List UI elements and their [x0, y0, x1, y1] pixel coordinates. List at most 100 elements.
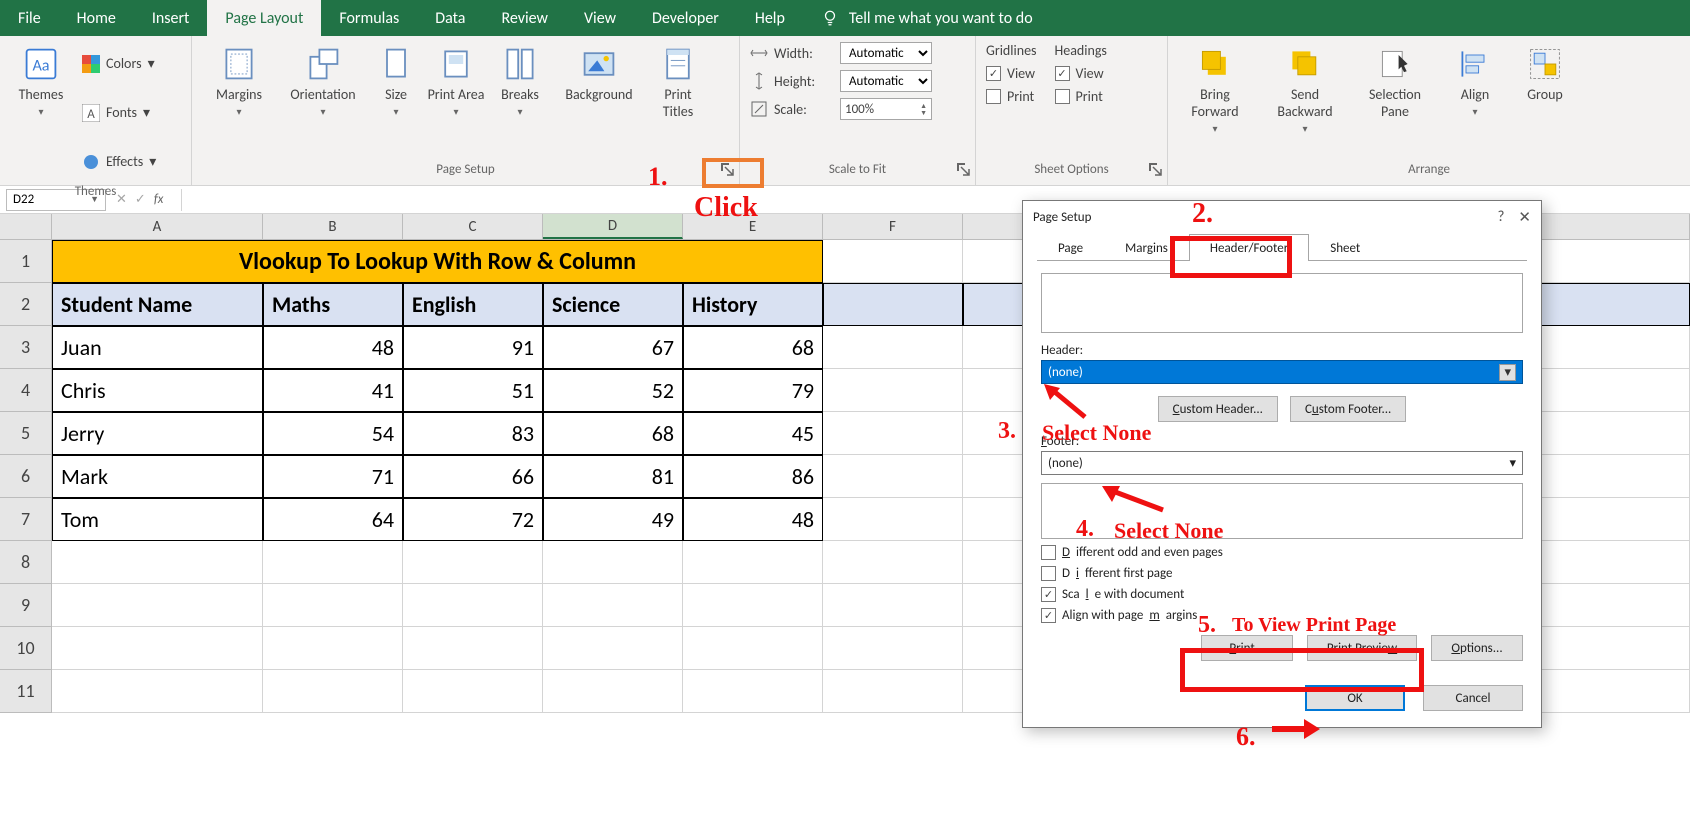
empty-cell[interactable]: [263, 627, 403, 670]
sheet-options-dialog-launcher[interactable]: [1147, 161, 1163, 177]
print-titles-button[interactable]: Print Titles: [648, 42, 708, 120]
tab-sheet[interactable]: Sheet: [1309, 234, 1381, 261]
send-backward-button[interactable]: Send Backward▾: [1268, 42, 1342, 135]
data-cell[interactable]: 51: [403, 369, 543, 412]
header-cell[interactable]: Maths: [263, 283, 403, 326]
menu-home[interactable]: Home: [59, 0, 134, 36]
data-cell[interactable]: Mark: [52, 455, 263, 498]
align-margins-checkbox[interactable]: ✓Align with page margins: [1041, 608, 1523, 623]
scale-spinner[interactable]: 100%▲▼: [840, 98, 932, 120]
empty-cell[interactable]: [543, 584, 683, 627]
breaks-button[interactable]: Breaks▾: [490, 42, 550, 118]
row-header[interactable]: 2: [0, 283, 52, 326]
selection-pane-button[interactable]: Selection Pane: [1358, 42, 1432, 120]
data-cell[interactable]: 67: [543, 326, 683, 369]
data-cell[interactable]: 66: [403, 455, 543, 498]
menu-formulas[interactable]: Formulas: [321, 0, 417, 36]
menu-insert[interactable]: Insert: [134, 0, 208, 36]
data-cell[interactable]: 71: [263, 455, 403, 498]
diff-first-page-checkbox[interactable]: Different first page: [1041, 566, 1523, 581]
themes-button[interactable]: Aa Themes ▾: [10, 42, 72, 118]
title-cell[interactable]: Vlookup To Lookup With Row & Column: [52, 240, 823, 283]
row-header[interactable]: 11: [0, 670, 52, 713]
empty-cell[interactable]: [683, 670, 823, 713]
gridlines-view-checkbox[interactable]: ✓View: [986, 65, 1037, 82]
fonts-button[interactable]: AFonts ▾: [82, 91, 156, 134]
row-header[interactable]: 10: [0, 627, 52, 670]
tab-header-footer[interactable]: Header/Footer: [1189, 234, 1309, 261]
row-header[interactable]: 9: [0, 584, 52, 627]
header-cell[interactable]: Student Name: [52, 283, 263, 326]
data-cell[interactable]: Tom: [52, 498, 263, 541]
ok-button[interactable]: OK: [1305, 685, 1405, 711]
diff-odd-even-checkbox[interactable]: Different odd and even pages: [1041, 545, 1523, 560]
col-header-f[interactable]: F: [823, 214, 963, 239]
row-header[interactable]: 1: [0, 240, 52, 283]
data-cell[interactable]: Chris: [52, 369, 263, 412]
menu-help[interactable]: Help: [737, 0, 803, 36]
width-select[interactable]: Automatic: [840, 42, 932, 64]
headings-print-checkbox[interactable]: Print: [1055, 88, 1107, 105]
empty-cell[interactable]: [403, 670, 543, 713]
data-cell[interactable]: 81: [543, 455, 683, 498]
col-header-d[interactable]: D: [543, 214, 683, 239]
custom-header-button[interactable]: Custom Header...: [1158, 396, 1278, 422]
empty-cell[interactable]: [823, 584, 963, 627]
col-header-c[interactable]: C: [403, 214, 543, 239]
group-button[interactable]: Group: [1518, 42, 1572, 103]
cancel-button[interactable]: Cancel: [1423, 685, 1523, 711]
data-cell[interactable]: 54: [263, 412, 403, 455]
align-button[interactable]: Align▾: [1448, 42, 1502, 118]
height-select[interactable]: Automatic: [840, 70, 932, 92]
data-cell[interactable]: 49: [543, 498, 683, 541]
header-cell[interactable]: Science: [543, 283, 683, 326]
data-cell[interactable]: 79: [683, 369, 823, 412]
data-cell[interactable]: 52: [543, 369, 683, 412]
size-button[interactable]: Size▾: [370, 42, 422, 118]
empty-cell[interactable]: [403, 541, 543, 584]
scale-with-doc-checkbox[interactable]: ✓Scale with document: [1041, 587, 1523, 602]
empty-cell[interactable]: [403, 584, 543, 627]
empty-cell[interactable]: [543, 670, 683, 713]
empty-cell[interactable]: [263, 541, 403, 584]
data-cell[interactable]: 83: [403, 412, 543, 455]
tab-margins[interactable]: Margins: [1104, 234, 1189, 261]
orientation-button[interactable]: Orientation▾: [280, 42, 366, 118]
data-cell[interactable]: 45: [683, 412, 823, 455]
gridlines-print-checkbox[interactable]: Print: [986, 88, 1037, 105]
empty-cell[interactable]: [543, 541, 683, 584]
data-cell[interactable]: 91: [403, 326, 543, 369]
empty-cell[interactable]: [823, 670, 963, 713]
select-all-corner[interactable]: [0, 214, 52, 239]
dialog-close-icon[interactable]: ✕: [1518, 208, 1531, 227]
row-header[interactable]: 5: [0, 412, 52, 455]
empty-cell[interactable]: [52, 670, 263, 713]
empty-cell[interactable]: [52, 627, 263, 670]
row-header[interactable]: 8: [0, 541, 52, 584]
margins-button[interactable]: Margins▾: [202, 42, 276, 118]
print-area-button[interactable]: Print Area▾: [426, 42, 486, 118]
empty-cell[interactable]: [683, 584, 823, 627]
colors-button[interactable]: Colors ▾: [82, 42, 156, 85]
data-cell[interactable]: 72: [403, 498, 543, 541]
row-header[interactable]: 7: [0, 498, 52, 541]
page-setup-dialog-launcher[interactable]: [719, 161, 735, 177]
empty-cell[interactable]: [823, 541, 963, 584]
data-cell[interactable]: Jerry: [52, 412, 263, 455]
headings-view-checkbox[interactable]: ✓View: [1055, 65, 1107, 82]
data-cell[interactable]: Juan: [52, 326, 263, 369]
print-preview-button[interactable]: Print Preview: [1307, 635, 1417, 661]
empty-cell[interactable]: [52, 541, 263, 584]
scale-dialog-launcher[interactable]: [955, 161, 971, 177]
data-cell[interactable]: 68: [683, 326, 823, 369]
dialog-help-icon[interactable]: ?: [1497, 208, 1504, 227]
empty-cell[interactable]: [403, 627, 543, 670]
options-button[interactable]: Options...: [1431, 635, 1523, 661]
col-header-a[interactable]: A: [52, 214, 263, 239]
row-header[interactable]: 6: [0, 455, 52, 498]
empty-cell[interactable]: [263, 670, 403, 713]
empty-cell[interactable]: [543, 627, 683, 670]
empty-cell[interactable]: [823, 627, 963, 670]
row-header[interactable]: 4: [0, 369, 52, 412]
tell-me[interactable]: Tell me what you want to do: [821, 0, 1033, 36]
